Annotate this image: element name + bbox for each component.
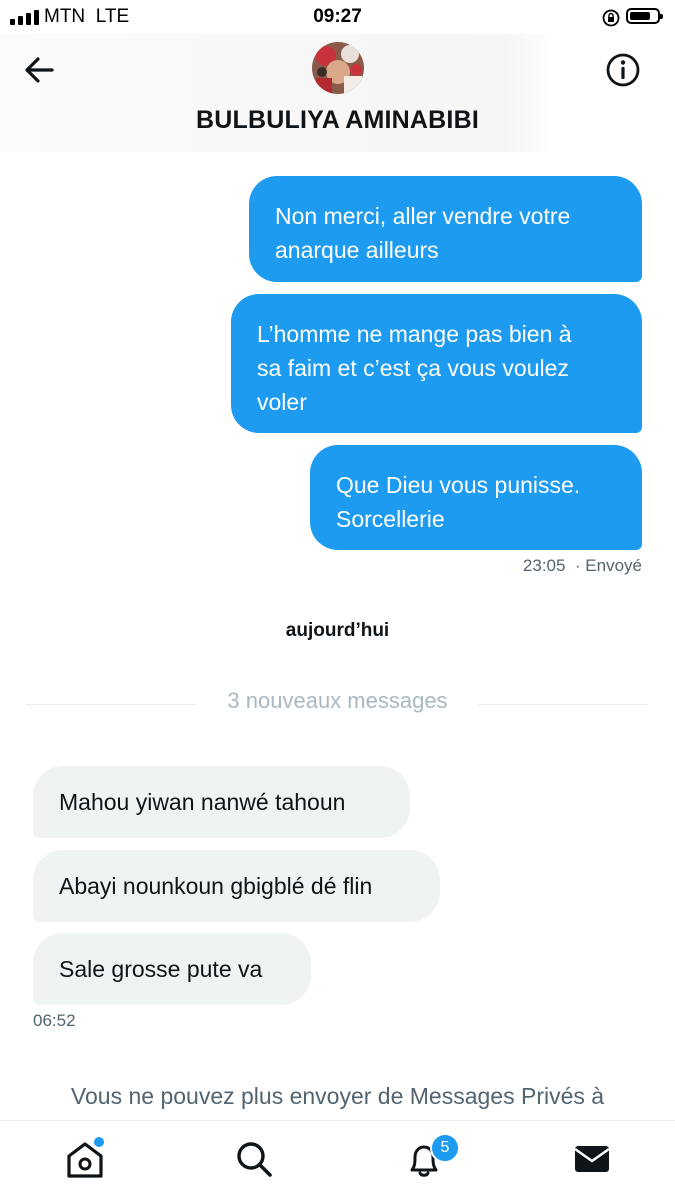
- message-bubble-received[interactable]: Abayi nounkoun gbigblé dé flin: [33, 850, 440, 922]
- message-line: Non merci, aller vendre votre: [275, 203, 571, 229]
- arrow-left-icon: [25, 57, 54, 83]
- message-bubble-sent[interactable]: Non merci, aller vendre votre anarque ai…: [249, 176, 642, 282]
- message-line: anarque ailleurs: [275, 237, 439, 263]
- bottom-tab-bar: 5: [0, 1120, 675, 1201]
- message-bubble-received[interactable]: Sale grosse pute va: [33, 933, 311, 1005]
- blocked-notice: Vous ne pouvez plus envoyer de Messages …: [70, 1083, 605, 1109]
- message-line: Sorcellerie: [336, 506, 445, 532]
- status-bar: MTN LTE 09:27: [0, 0, 675, 34]
- status-time: 09:27: [313, 6, 362, 27]
- new-messages-label: 3 nouveaux messages: [227, 688, 448, 713]
- message-line: Que Dieu vous punisse.: [336, 472, 581, 498]
- battery-icon: [626, 8, 663, 24]
- message-bubble-sent[interactable]: L’homme ne mange pas bien à sa faim et c…: [231, 294, 642, 433]
- message-line: L’homme ne mange pas bien à: [257, 321, 572, 347]
- home-notification-dot: [92, 1135, 106, 1149]
- avatar[interactable]: [312, 42, 364, 94]
- conversation-header: BULBULIYA AMINABIBI: [0, 34, 675, 152]
- divider-line-right: [478, 704, 648, 705]
- message-bubble-received[interactable]: Mahou yiwan nanwé tahoun: [33, 766, 410, 838]
- message-line: sa faim et c’est ça vous voulez: [257, 355, 569, 381]
- info-button[interactable]: [603, 50, 643, 90]
- received-time: 06:52: [33, 1011, 76, 1030]
- search-icon: [237, 1142, 272, 1177]
- message-bubble-sent[interactable]: Que Dieu vous punisse. Sorcellerie: [310, 445, 642, 550]
- conversation-title: BULBULIYA AMINABIBI: [196, 106, 479, 134]
- sent-message-meta: 23:05 · Envoyé: [523, 556, 642, 576]
- notification-count-badge: 5: [430, 1133, 460, 1163]
- tab-search[interactable]: [232, 1137, 276, 1181]
- sent-status: · Envoyé: [574, 556, 642, 575]
- sent-time: 23:05: [522, 556, 566, 575]
- message-text: Sale grosse pute va: [59, 956, 263, 982]
- message-line: voler: [257, 389, 307, 415]
- mail-icon: [574, 1146, 610, 1172]
- tab-messages[interactable]: [570, 1137, 614, 1181]
- avatar-image: [312, 42, 364, 94]
- date-separator: aujourd’hui: [285, 620, 390, 641]
- back-button[interactable]: [20, 52, 60, 88]
- info-icon: [606, 53, 640, 87]
- message-text: Mahou yiwan nanwé tahoun: [59, 789, 346, 815]
- orientation-lock-icon: [602, 9, 620, 27]
- message-text: Abayi nounkoun gbigblé dé flin: [59, 873, 373, 899]
